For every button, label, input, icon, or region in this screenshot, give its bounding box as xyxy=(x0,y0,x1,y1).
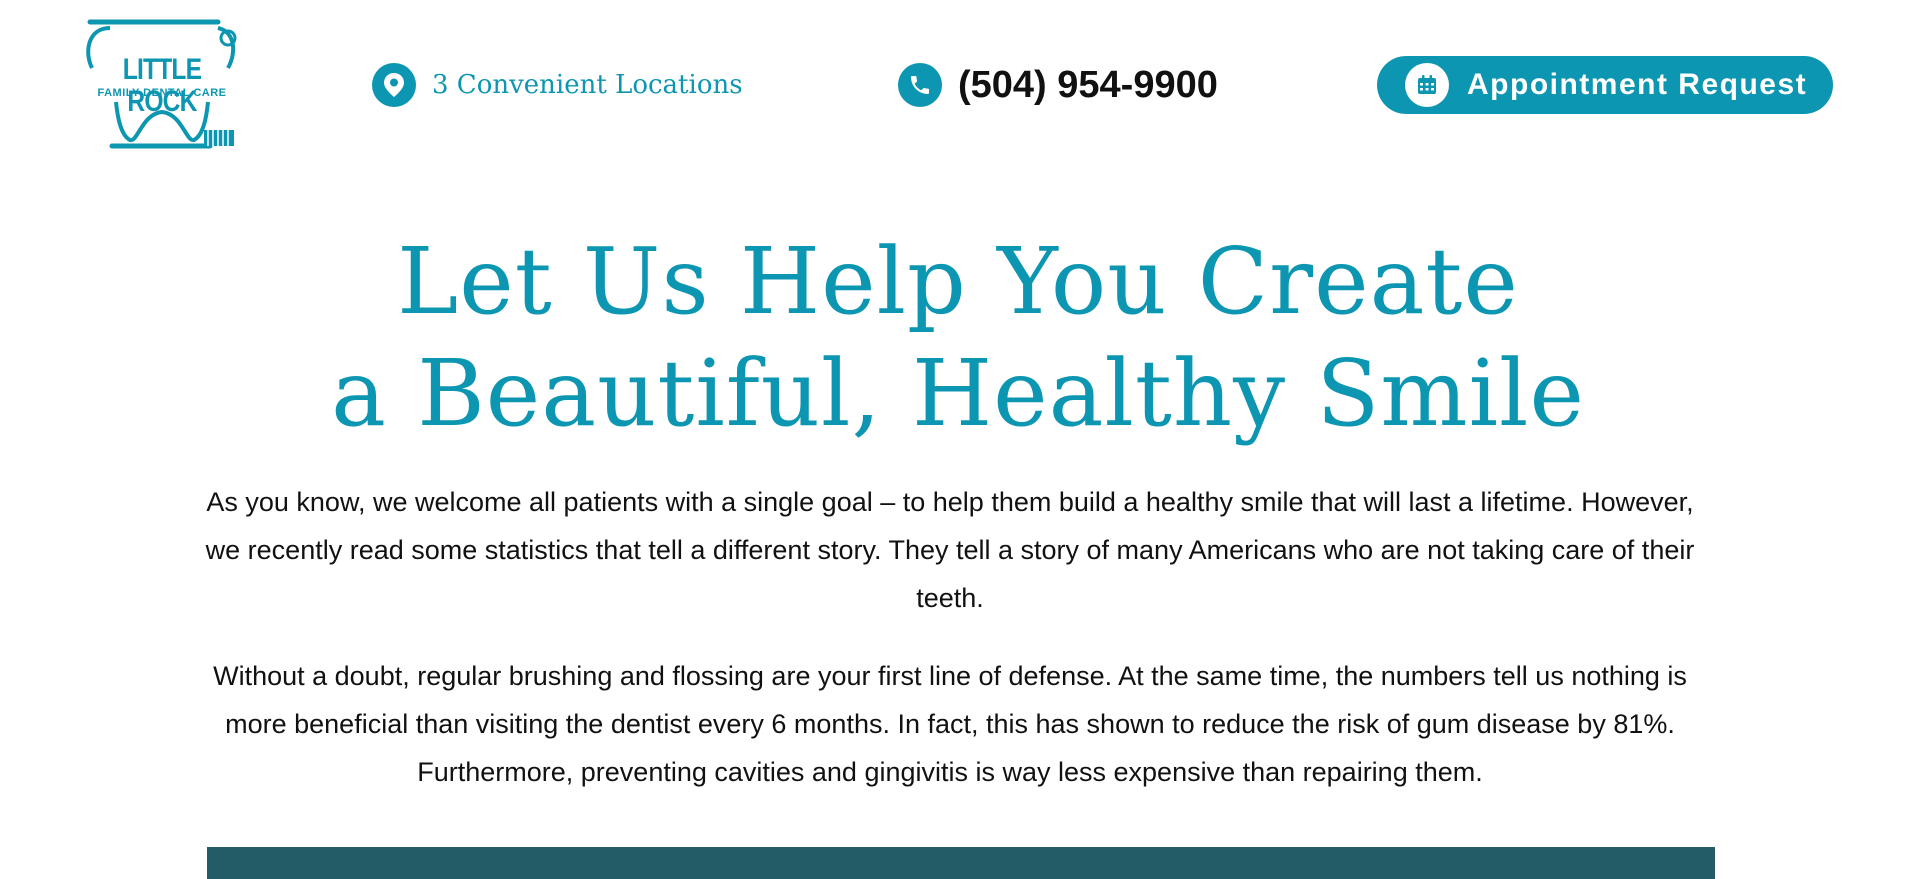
phone-number: (504) 954-9900 xyxy=(958,63,1218,106)
intro-paragraph: As you know, we welcome all patients wit… xyxy=(205,487,1695,613)
headline-line-1: Let Us Help You Create xyxy=(397,228,1519,335)
calendar-icon xyxy=(1405,63,1449,107)
phone-link[interactable]: (504) 954-9900 xyxy=(898,62,1218,108)
statistics-paragraph: Without a doubt, regular brushing and fl… xyxy=(213,661,1687,787)
headline-line-2: a Beautiful, Healthy Smile xyxy=(331,340,1585,447)
map-pin-icon xyxy=(372,63,416,107)
locations-link[interactable]: 3 Convenient Locations xyxy=(372,62,743,108)
appointment-request-button[interactable]: Appointment Request xyxy=(1377,56,1833,114)
page-headline: Let Us Help You Create a Beautiful, Heal… xyxy=(0,226,1916,450)
locations-label: 3 Convenient Locations xyxy=(432,70,743,100)
phone-icon xyxy=(898,63,942,107)
logo-tagline: FAMILY DENTAL CARE xyxy=(97,87,227,99)
teal-banner xyxy=(207,847,1715,879)
site-logo[interactable]: LITTLE ROCK FAMILY DENTAL CARE xyxy=(82,18,242,152)
appointment-request-label: Appointment Request xyxy=(1467,68,1808,101)
